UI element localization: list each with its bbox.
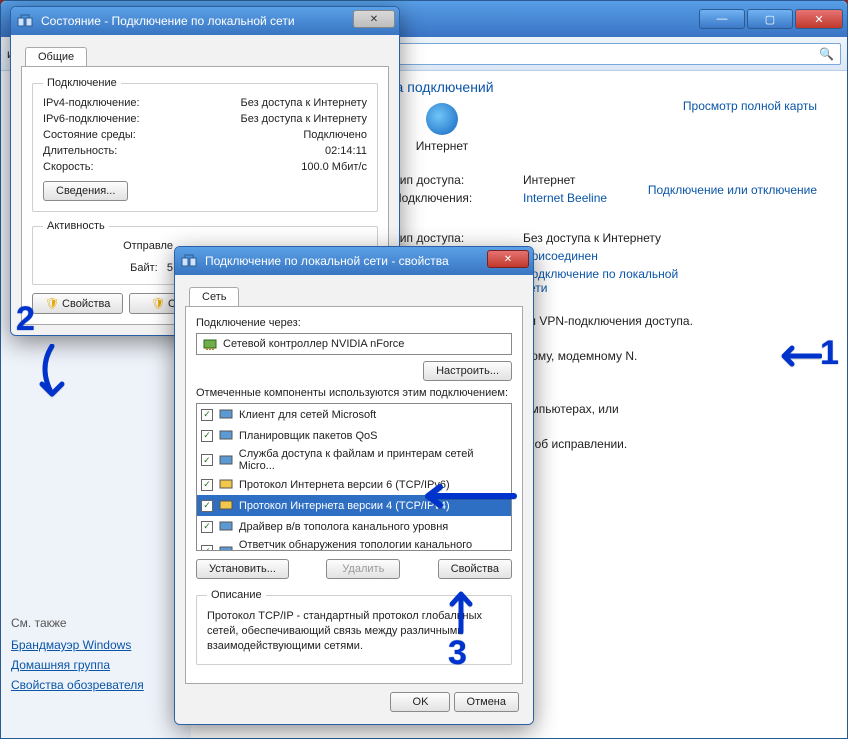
protocol-icon [219, 518, 233, 535]
close-button[interactable]: ✕ [795, 9, 843, 29]
checkbox-icon[interactable]: ✓ [201, 500, 213, 512]
kv-value: Без доступа к Интернету [193, 113, 367, 125]
component-label: Служба доступа к файлам и принтерам сете… [239, 448, 507, 472]
search-icon: 🔍 [819, 47, 834, 61]
component-item[interactable]: ✓ Служба доступа к файлам и принтерам сет… [197, 446, 511, 474]
protocol-icon [219, 452, 233, 469]
checkbox-icon[interactable]: ✓ [201, 409, 213, 421]
protocol-icon [219, 406, 233, 423]
connection-link-lan[interactable]: Подключение по локальной сети [523, 267, 703, 295]
bytes-sent-value: 5 [167, 262, 173, 274]
component-item[interactable]: ✓ Протокол Интернета версии 4 (TCP/IPv4) [197, 495, 511, 516]
details-button[interactable]: Сведения... [43, 181, 128, 201]
globe-icon [426, 103, 458, 135]
checkbox-icon[interactable]: ✓ [201, 545, 213, 551]
component-item[interactable]: ✓ Планировщик пакетов QoS [197, 425, 511, 446]
properties-dialog: Подключение по локальной сети - свойства… [174, 246, 534, 725]
checkbox-icon[interactable]: ✓ [201, 479, 213, 491]
kv-value: 02:14:11 [193, 145, 367, 157]
see-also-heading: См. также [11, 616, 144, 630]
component-label: Драйвер в/в тополога канального уровня [239, 521, 448, 533]
kv-value: 100.0 Мбит/с [193, 161, 367, 173]
link-connect-disconnect[interactable]: Подключение или отключение [648, 183, 817, 197]
maximize-button[interactable]: ▢ [747, 9, 793, 29]
kv-value: Подключено [193, 129, 367, 141]
tab-network[interactable]: Сеть [189, 287, 239, 306]
kv-label: IPv6-подключение: [43, 113, 193, 125]
description-group: Описание Протокол TCP/IP - стандартный п… [196, 589, 512, 665]
network-icon [17, 12, 33, 28]
connect-via-label: Подключение через: [196, 317, 512, 329]
kv-label: Тип доступа: [393, 231, 523, 245]
component-label: Ответчик обнаружения топологии канальног… [239, 539, 507, 551]
checkbox-icon[interactable]: ✓ [201, 430, 213, 442]
sent-label: Отправле [43, 240, 173, 252]
adapter-name: Сетевой контроллер NVIDIA nForce [223, 338, 404, 350]
description-text: Протокол TCP/IP - стандартный протокол г… [207, 609, 501, 654]
adapter-box: Сетевой контроллер NVIDIA nForce [196, 333, 512, 355]
sidebar-link-firewall[interactable]: Брандмауэр Windows [11, 638, 144, 652]
tab-general[interactable]: Общие [25, 47, 87, 66]
component-label: Клиент для сетей Microsoft [239, 409, 376, 421]
configure-button[interactable]: Настроить... [423, 361, 512, 381]
component-label: Планировщик пакетов QoS [239, 430, 378, 442]
homegroup-link[interactable]: Присоединен [523, 249, 815, 263]
checkbox-icon[interactable]: ✓ [201, 454, 213, 466]
properties-dialog-title: Подключение по локальной сети - свойства [205, 254, 449, 268]
kv-label: IPv4-подключение: [43, 97, 193, 109]
network-icon-internet[interactable]: Интернет [416, 103, 468, 153]
cancel-button[interactable]: Отмена [454, 692, 519, 712]
ok-button[interactable]: OK [390, 692, 450, 712]
install-button[interactable]: Установить... [196, 559, 289, 579]
status-properties-button[interactable]: 🛡 Свойства [32, 293, 123, 314]
kv-label: Длительность: [43, 145, 193, 157]
protocol-icon [219, 497, 233, 514]
protocol-icon [219, 476, 233, 493]
protocol-icon [219, 543, 233, 552]
component-item[interactable]: ✓ Ответчик обнаружения топологии канально… [197, 537, 511, 551]
component-properties-button[interactable]: Свойства [438, 559, 512, 579]
component-label: Протокол Интернета версии 6 (TCP/IPv6) [239, 479, 450, 491]
status-dialog-title: Состояние - Подключение по локальной сет… [41, 14, 295, 28]
bytes-label: Байт: [130, 262, 158, 274]
status-dialog-titlebar[interactable]: Состояние - Подключение по локальной сет… [11, 7, 399, 35]
link-view-map[interactable]: Просмотр полной карты [683, 99, 817, 113]
group-connection: Подключение IPv4-подключение:Без доступа… [32, 77, 378, 212]
protocol-icon [219, 427, 233, 444]
shield-icon: 🛡 [45, 298, 59, 310]
status-close-button[interactable]: ✕ [353, 10, 395, 28]
properties-close-button[interactable]: ✕ [487, 250, 529, 268]
checkbox-icon[interactable]: ✓ [201, 521, 213, 533]
sidebar-link-ieprops[interactable]: Свойства обозревателя [11, 678, 144, 692]
components-label: Отмеченные компоненты используются этим … [196, 387, 512, 399]
minimize-button[interactable]: — [699, 9, 745, 29]
kv-label: Состояние среды: [43, 129, 193, 141]
sidebar-link-homegroup[interactable]: Домашняя группа [11, 658, 144, 672]
kv-label: Подключения: [393, 191, 523, 205]
component-item[interactable]: ✓ Драйвер в/в тополога канального уровня [197, 516, 511, 537]
components-listbox[interactable]: ✓ Клиент для сетей Microsoft ✓ Планировщик … [196, 403, 512, 551]
kv-value: Без доступа к Интернету [193, 97, 367, 109]
shield-icon: 🛡 [151, 298, 165, 310]
network-icon [181, 252, 197, 268]
component-label: Протокол Интернета версии 4 (TCP/IPv4) [239, 500, 450, 512]
remove-button: Удалить [326, 559, 400, 579]
properties-dialog-body: Сеть Подключение через: Сетевой контролл… [175, 275, 533, 724]
properties-dialog-titlebar[interactable]: Подключение по локальной сети - свойства… [175, 247, 533, 275]
kv-value: Без доступа к Интернету [523, 231, 815, 245]
component-item[interactable]: ✓ Протокол Интернета версии 6 (TCP/IPv6) [197, 474, 511, 495]
nic-icon [203, 337, 217, 351]
kv-label: Тип доступа: [393, 173, 523, 187]
component-item[interactable]: ✓ Клиент для сетей Microsoft [197, 404, 511, 425]
kv-label: Скорость: [43, 161, 193, 173]
